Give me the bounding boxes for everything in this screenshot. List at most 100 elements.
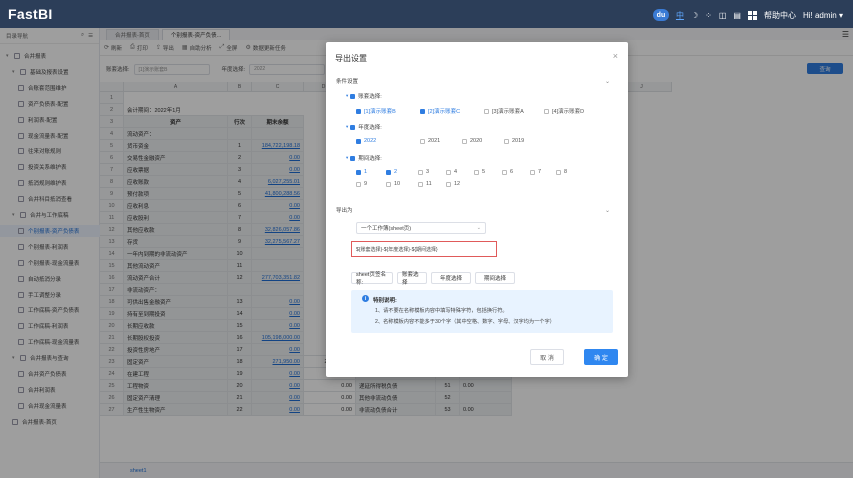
checkbox[interactable]: [446, 169, 451, 175]
help-center-link[interactable]: 帮助中心: [764, 10, 796, 21]
period-option[interactable]: 12: [446, 181, 460, 187]
sheet-name-template-input[interactable]: ${账套选择}-${年度选择}-${期间选择}: [351, 241, 497, 257]
period-option[interactable]: 4: [446, 169, 457, 175]
condition-section-header[interactable]: 条件设置 ⌄: [336, 75, 610, 87]
dialog-body: 条件设置 ⌄ ▾ 账套选择: [1]演示账套B [2]演示账套C [3]演示账套A […: [334, 71, 620, 333]
period-option-label: 6: [510, 169, 514, 175]
period-option[interactable]: 8: [556, 169, 567, 175]
checkbox[interactable]: [502, 169, 507, 175]
year-chip[interactable]: 年度选择: [431, 272, 471, 284]
panel-icon[interactable]: ◫: [719, 11, 727, 20]
app-grid-icon[interactable]: [747, 10, 757, 20]
checkbox[interactable]: [474, 169, 479, 175]
chevron-down-icon: ▾: [838, 10, 843, 20]
chevron-down-icon: ⌄: [476, 225, 481, 231]
sheet-name-chip[interactable]: sheet页签名称:: [351, 272, 393, 286]
period-option-label: 7: [538, 169, 542, 175]
checkbox[interactable]: [462, 138, 467, 144]
ledger-option[interactable]: [2]演示账套C: [420, 107, 460, 115]
caret-icon: ▾: [346, 124, 349, 129]
checkbox[interactable]: [544, 108, 549, 114]
period-option-label: 4: [454, 169, 458, 175]
ledger-option-label: [4]演示账套D: [552, 109, 585, 115]
close-icon[interactable]: ×: [613, 51, 618, 61]
ledger-option-label: [3]演示账套A: [492, 109, 524, 115]
cancel-button[interactable]: 取 消: [530, 349, 564, 365]
period-option-label: 9: [364, 181, 368, 187]
period-option-label: 3: [426, 169, 430, 175]
moon-icon[interactable]: ☽: [691, 11, 698, 20]
checkbox[interactable]: [556, 169, 561, 175]
year-option[interactable]: 2019: [504, 138, 524, 144]
year-group-checkbox[interactable]: [350, 124, 356, 130]
ledger-group-checkbox[interactable]: [350, 93, 356, 99]
special-note: i 特别说明: 1、请不要在名称模板内容中填写特殊字符，包括换行符。 2、名称模…: [351, 290, 613, 333]
export-section-header[interactable]: 导出为 ⌄: [336, 204, 610, 216]
ledger-chip[interactable]: 账套选择: [397, 272, 427, 286]
checkbox[interactable]: [386, 181, 391, 187]
checkbox[interactable]: [484, 108, 489, 114]
checkbox[interactable]: [418, 181, 423, 187]
ledger-option[interactable]: [4]演示账套D: [544, 107, 584, 115]
period-option[interactable]: 7: [530, 169, 541, 175]
user-greeting: Hi! admin: [802, 10, 837, 20]
year-group[interactable]: ▾ 年度选择:: [346, 123, 382, 131]
period-option-label: 2: [394, 169, 398, 175]
period-option[interactable]: 3: [418, 169, 429, 175]
period-option[interactable]: 1: [356, 169, 367, 175]
ledger-option-label: [2]演示账套C: [428, 109, 461, 115]
ledger-group[interactable]: ▾ 账套选择:: [346, 92, 382, 100]
checkbox[interactable]: [356, 108, 361, 114]
period-option[interactable]: 11: [418, 181, 432, 187]
period-option[interactable]: 2: [386, 169, 397, 175]
checkbox[interactable]: [356, 181, 361, 187]
checkbox[interactable]: [418, 169, 423, 175]
top-right-actions: du 中 ☽ ⁘ ◫ ▤ 帮助中心 Hi! admin ▾: [652, 9, 843, 21]
year-option-label: 2020: [470, 138, 483, 144]
period-option-label: 5: [482, 169, 486, 175]
year-option-label: 2022: [364, 138, 377, 144]
dots-icon[interactable]: ⁘: [705, 11, 712, 20]
top-bar: FastBI du 中 ☽ ⁘ ◫ ▤ 帮助中心 Hi! admin ▾: [0, 0, 853, 28]
period-group-checkbox[interactable]: [350, 155, 356, 161]
note-title: 特别说明:: [373, 298, 397, 304]
period-option-label: 8: [564, 169, 568, 175]
period-option[interactable]: 5: [474, 169, 485, 175]
ledger-option-label: [1]演示账套B: [364, 109, 396, 115]
period-option[interactable]: 6: [502, 169, 513, 175]
period-option-label: 10: [394, 181, 401, 187]
user-menu[interactable]: Hi! admin ▾: [803, 11, 843, 20]
year-option-label: 2021: [428, 138, 441, 144]
year-option[interactable]: 2021: [420, 138, 440, 144]
checkbox[interactable]: [356, 169, 361, 175]
list-icon[interactable]: ▤: [733, 11, 741, 20]
period-chip[interactable]: 期间选择: [475, 272, 515, 284]
ledger-option[interactable]: [1]演示账套B: [356, 107, 396, 115]
chevron-down-icon: ⌄: [604, 78, 610, 85]
ledger-option[interactable]: [3]演示账套A: [484, 107, 524, 115]
checkbox[interactable]: [446, 181, 451, 187]
language-icon[interactable]: 中: [676, 10, 684, 21]
period-option[interactable]: 9: [356, 181, 367, 187]
caret-icon: ▾: [346, 155, 349, 160]
checkbox[interactable]: [420, 138, 425, 144]
checkbox[interactable]: [420, 108, 425, 114]
info-icon: i: [362, 295, 369, 302]
chevron-down-icon: ⌄: [604, 207, 610, 214]
du-assistant-icon[interactable]: du: [652, 9, 669, 21]
confirm-button[interactable]: 确 定: [584, 349, 618, 365]
caret-icon: ▾: [346, 93, 349, 98]
brand-logo: FastBI: [8, 6, 53, 22]
checkbox[interactable]: [530, 169, 535, 175]
year-option[interactable]: 2020: [462, 138, 482, 144]
checkbox[interactable]: [356, 138, 361, 144]
checkbox[interactable]: [386, 169, 391, 175]
dialog-title: 导出设置: [335, 54, 367, 63]
period-option-label: 11: [426, 181, 432, 187]
checkbox[interactable]: [504, 138, 509, 144]
dialog-footer: 取 消 确 定: [326, 342, 628, 370]
year-option[interactable]: 2022: [356, 138, 376, 144]
export-mode-select[interactable]: 一个工作簿(sheet页) ⌄: [356, 222, 486, 234]
period-option[interactable]: 10: [386, 181, 400, 187]
period-group[interactable]: ▾ 期间选择:: [346, 154, 382, 162]
